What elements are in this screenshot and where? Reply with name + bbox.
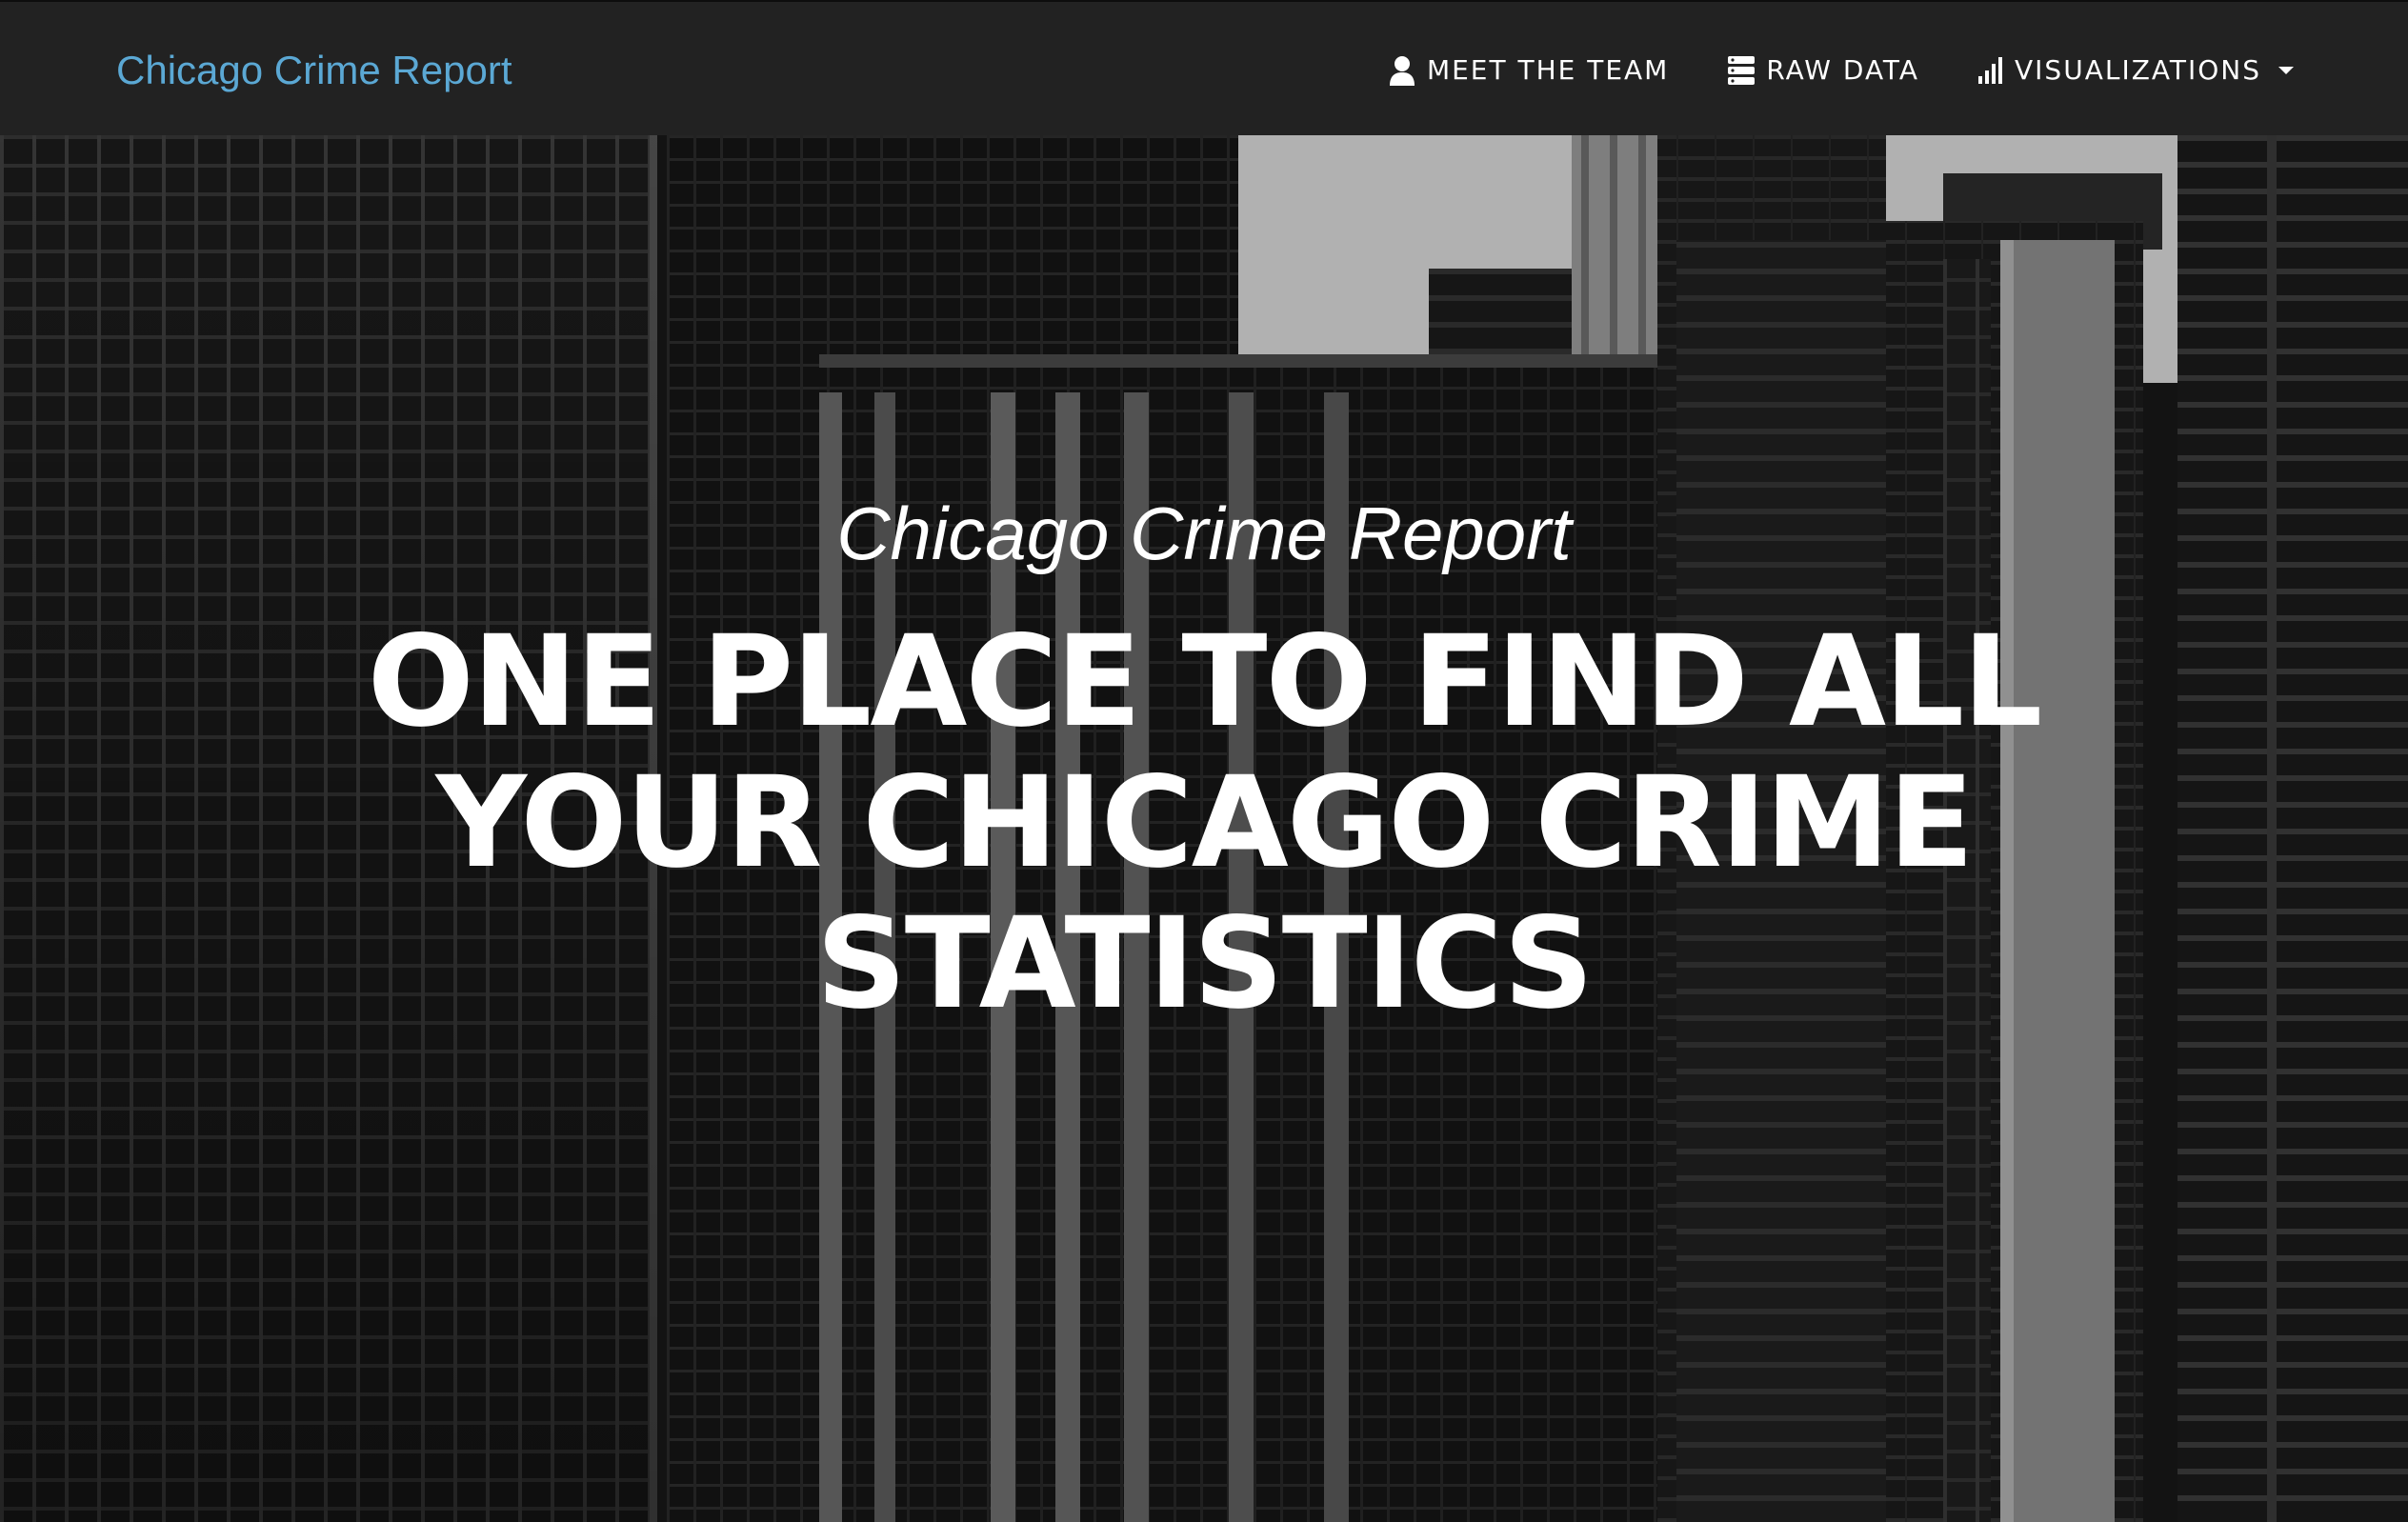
chevron-down-icon [2278, 67, 2294, 74]
user-icon [1389, 55, 1415, 86]
nav-visualizations-dropdown[interactable]: VISUALIZATIONS [1978, 48, 2294, 93]
database-icon [1728, 56, 1756, 85]
nav-visualizations-label: VISUALIZATIONS [2015, 54, 2261, 86]
nav-links: MEET THE TEAM RAW DATA VISUALIZATIONS [1389, 48, 2294, 93]
nav-meet-the-team-label: MEET THE TEAM [1426, 54, 1670, 86]
top-navbar: Chicago Crime Report MEET THE TEAM RAW D… [0, 0, 2408, 135]
nav-raw-data-label: RAW DATA [1766, 54, 1920, 86]
nav-meet-the-team[interactable]: MEET THE TEAM [1389, 48, 1669, 93]
hero-section: Chicago Crime Report ONE PLACE TO FIND A… [0, 135, 2408, 1522]
brand-link[interactable]: Chicago Crime Report [116, 44, 512, 97]
hero-headline: ONE PLACE TO FIND ALL YOUR CHICAGO CRIME… [367, 609, 2043, 1037]
hero-subtitle: Chicago Crime Report [836, 491, 1572, 575]
nav-raw-data[interactable]: RAW DATA [1728, 48, 1919, 93]
bar-chart-icon [1978, 57, 2003, 84]
